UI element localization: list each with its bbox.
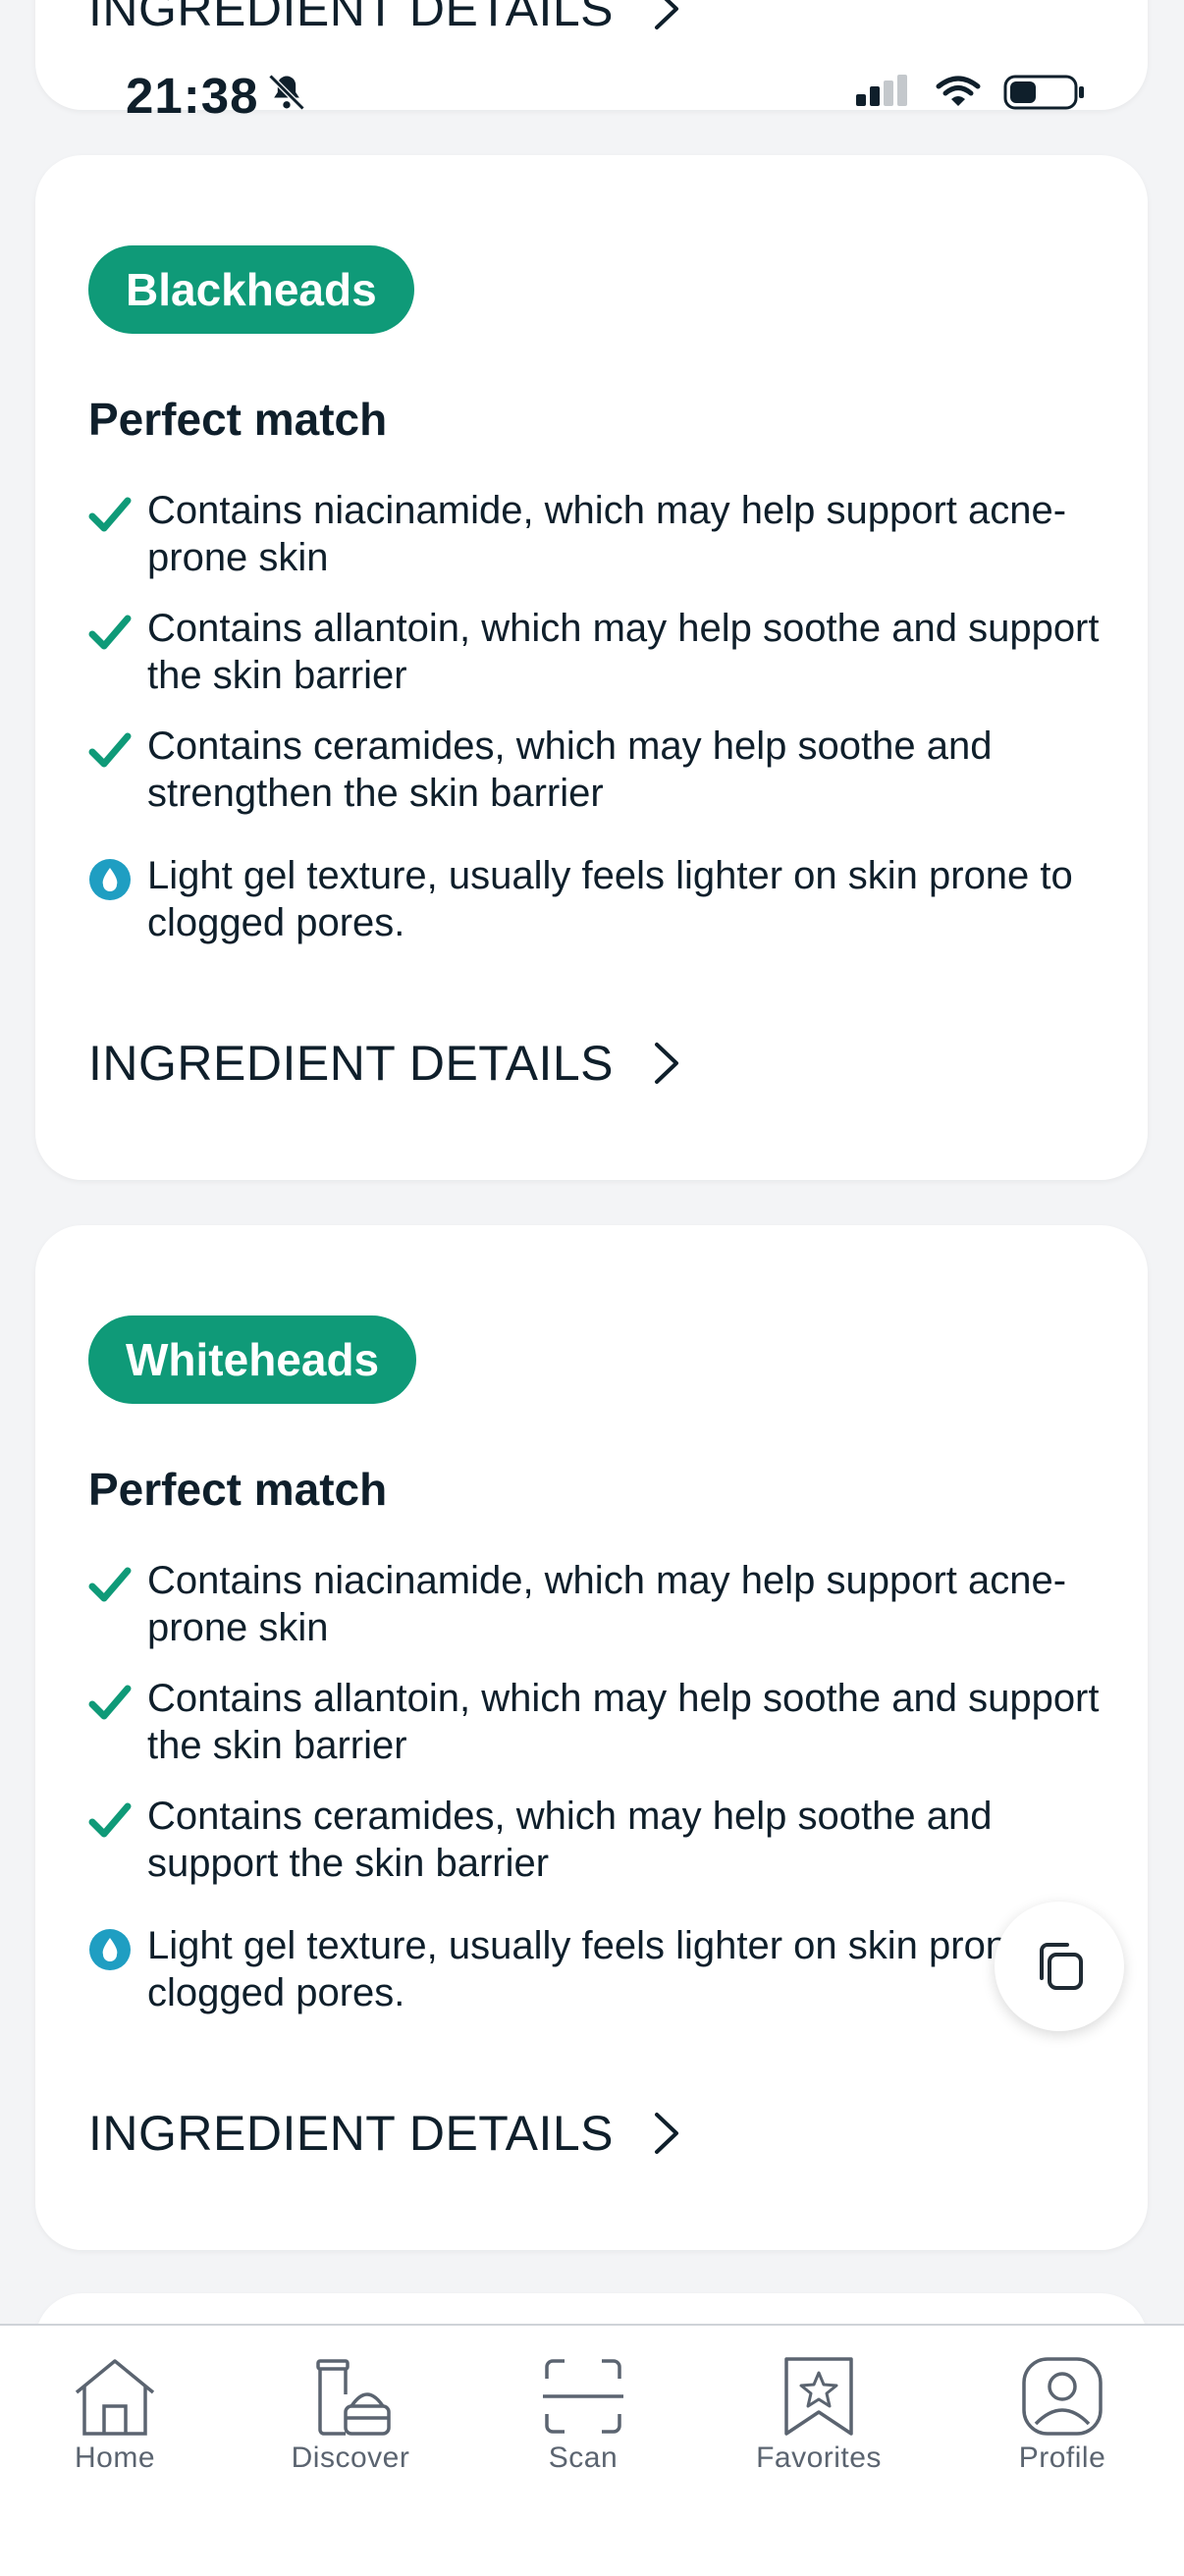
home-icon <box>75 2359 155 2436</box>
tab-discover[interactable]: Discover <box>252 2355 449 2475</box>
concern-card-blackheads: Blackheads Perfect match Contains niacin… <box>35 155 1148 1180</box>
reason-item: Light gel texture, usually feels lighter… <box>88 852 1129 946</box>
scan-icon <box>543 2359 623 2434</box>
bookmark-star-icon <box>784 2357 853 2436</box>
reason-text: Contains niacinamide, which may help sup… <box>147 1559 1067 1649</box>
concern-card-whiteheads: Whiteheads Perfect match Contains niacin… <box>35 1225 1148 2250</box>
ingredient-details-label: INGREDIENT DETAILS <box>88 0 615 36</box>
ingredient-details-link[interactable]: INGREDIENT DETAILS <box>88 1035 680 1092</box>
ingredient-details-link[interactable]: INGREDIENT DETAILS <box>88 2105 680 2162</box>
ingredient-details-label: INGREDIENT DETAILS <box>88 1036 615 1091</box>
reason-item: Contains ceramides, which may help sooth… <box>88 1793 1129 1887</box>
check-icon <box>88 1802 132 1838</box>
tab-profile[interactable]: Profile <box>964 2355 1160 2475</box>
reason-item: Contains niacinamide, which may help sup… <box>88 1557 1129 1651</box>
chevron-right-icon <box>655 1043 679 1084</box>
match-label: Perfect match <box>88 1464 388 1515</box>
reason-text: Contains ceramides, which may help sooth… <box>147 1795 993 1885</box>
tab-label: Profile <box>1018 2442 1106 2474</box>
reason-text: Contains allantoin, which may help sooth… <box>147 607 1100 697</box>
tab-label: Favorites <box>756 2442 882 2474</box>
tab-label: Scan <box>548 2442 619 2474</box>
reason-text: Light gel texture, usually feels lighter… <box>147 854 1073 944</box>
profile-icon <box>1022 2357 1103 2436</box>
reason-item: Contains allantoin, which may help sooth… <box>88 1675 1129 1769</box>
cellular-signal-icon <box>856 75 907 106</box>
bell-muted-icon <box>268 74 305 111</box>
concern-tag: Blackheads <box>88 245 414 334</box>
reason-text: Contains ceramides, which may help sooth… <box>147 724 993 815</box>
check-icon <box>88 1567 132 1602</box>
reason-item: Contains ceramides, which may help sooth… <box>88 723 1129 817</box>
check-icon <box>88 732 132 768</box>
check-icon <box>88 497 132 532</box>
droplet-icon <box>89 1929 131 1970</box>
reason-text: Contains niacinamide, which may help sup… <box>147 489 1067 579</box>
reason-text: Contains allantoin, which may help sooth… <box>147 1677 1100 1767</box>
match-label: Perfect match <box>88 394 388 445</box>
reason-item: Contains niacinamide, which may help sup… <box>88 487 1129 581</box>
concern-tag: Whiteheads <box>88 1315 417 1404</box>
chevron-right-icon <box>655 2113 679 2154</box>
bottom-tab-bar: Home Discover Scan Favorites Profile <box>0 2324 1184 2576</box>
copy-button[interactable] <box>995 1902 1124 2031</box>
tab-scan[interactable]: Scan <box>485 2355 681 2475</box>
tab-label: Home <box>74 2442 156 2474</box>
wifi-icon <box>936 76 981 106</box>
status-time: 21:38 <box>126 68 259 124</box>
droplet-icon <box>89 859 131 900</box>
products-icon <box>316 2359 391 2436</box>
tab-favorites[interactable]: Favorites <box>721 2355 917 2475</box>
chevron-right-icon <box>655 0 679 29</box>
reason-item: Contains allantoin, which may help sooth… <box>88 605 1129 699</box>
ingredient-details-link[interactable]: INGREDIENT DETAILS <box>88 0 680 37</box>
reason-item: Light gel texture, usually feels lighter… <box>88 1922 1129 2016</box>
battery-icon <box>1003 75 1084 110</box>
ingredient-details-label: INGREDIENT DETAILS <box>88 2106 615 2161</box>
reason-text: Light gel texture, usually feels lighter… <box>147 1924 1073 2014</box>
tab-home[interactable]: Home <box>17 2355 213 2475</box>
check-icon <box>88 615 132 650</box>
check-icon <box>88 1685 132 1720</box>
copy-icon <box>1040 1943 1083 1990</box>
status-bar: 21:38 <box>0 61 1184 124</box>
tab-label: Discover <box>291 2442 410 2474</box>
